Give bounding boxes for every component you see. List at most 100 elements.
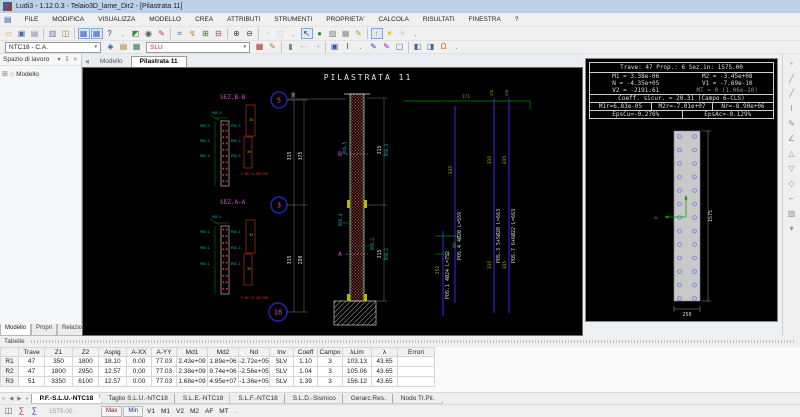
cell[interactable]: 9.74e+06 (207, 366, 239, 377)
open-icon[interactable]: ▱ (3, 28, 15, 39)
cell[interactable]: 51 (18, 376, 45, 387)
expand-icon[interactable]: ⊞ (2, 70, 8, 78)
sheet-tab-taglio-slu-ntc18[interactable]: Taglio S.L.U.-NTC18 (99, 394, 177, 404)
cell[interactable]: 12.57 (98, 366, 127, 377)
overflow-dot[interactable]: . (410, 28, 422, 39)
cell[interactable]: 18.10 (98, 356, 127, 367)
cell[interactable]: SLV (269, 356, 294, 367)
dock-tab-modello[interactable]: Modello (0, 324, 32, 336)
cell[interactable] (397, 356, 435, 367)
frame-tool-icon[interactable]: ▢ (394, 42, 406, 53)
datasheet-alt-icon[interactable]: ▦ (90, 28, 103, 39)
sheet-tab-sld-sismico[interactable]: S.L.D.-Sismico (284, 394, 345, 404)
sheet-tab-pf-slu-ntc18[interactable]: P.F.-S.L.U.-NTC18 (31, 394, 103, 404)
row-header[interactable]: R1 (0, 356, 19, 367)
norm-check-icon[interactable]: ◈ (105, 42, 117, 53)
menu-finestra[interactable]: FINESTRA (462, 16, 508, 23)
sheet-tab-nodo-tr-pil[interactable]: Nodo Tr.Pil. (392, 394, 444, 404)
select-icon[interactable]: ↖ (300, 28, 313, 39)
zoom-in-icon[interactable]: ⊕ (231, 28, 243, 39)
menu-visualizza[interactable]: VISUALIZZA (91, 16, 142, 23)
cell[interactable]: SLV (269, 366, 294, 377)
toggle-m2[interactable]: M2 (190, 408, 199, 415)
zoom-prev-icon[interactable]: ◔ (262, 28, 274, 39)
print-icon[interactable]: ▥ (47, 28, 59, 39)
cell[interactable]: 77.03 (151, 376, 177, 387)
close-icon[interactable]: × (73, 57, 77, 63)
cell[interactable]: 77.03 (151, 366, 177, 377)
cell[interactable]: 3 (317, 356, 343, 367)
angle-tool-icon[interactable]: ∠ (786, 133, 798, 144)
cell[interactable]: 1.10 (293, 356, 318, 367)
menu-modello[interactable]: MODELLO (142, 16, 188, 23)
cell[interactable]: 43.65 (371, 366, 398, 377)
prev-member-icon[interactable]: ⇠ (298, 42, 310, 53)
menu-modifica[interactable]: MODIFICA (45, 16, 91, 23)
dock-tab-propri[interactable]: Propri (31, 324, 58, 336)
overflow-dot[interactable]: . (451, 42, 463, 53)
zoom-out-icon[interactable]: ⊖ (244, 28, 256, 39)
cell[interactable]: 156.12 (342, 376, 372, 387)
pin-icon[interactable]: ↧ (64, 56, 69, 63)
verification-canvas[interactable]: Gx 1575 250 Trave: 47 Prop.: 6 Sez.in: 1… (585, 58, 778, 322)
flag-tool-icon[interactable]: ▽ (786, 163, 798, 174)
cell[interactable]: 1.39 (293, 376, 318, 387)
overflow-dot[interactable]: . (355, 42, 367, 53)
cell[interactable]: -1.36e+05 (238, 376, 270, 387)
sphere-icon[interactable]: ● (314, 28, 326, 39)
menu-calcola[interactable]: CALCOLA (372, 16, 416, 23)
cell[interactable]: 47 (18, 356, 45, 367)
print-preview-icon[interactable]: ◫ (60, 28, 72, 39)
annotate-icon[interactable]: ✎ (353, 28, 365, 39)
toggle-v2[interactable]: V2 (176, 408, 184, 415)
menu-attributi[interactable]: ATTRIBUTI (220, 16, 267, 23)
next-member-icon[interactable]: ⇢ (311, 42, 323, 53)
triangle-tool-icon[interactable]: △ (786, 148, 798, 159)
menu-help[interactable]: ? (508, 16, 526, 23)
cell[interactable]: 0.00 (126, 366, 152, 377)
cell[interactable]: 350 (44, 356, 73, 367)
cell[interactable]: 12.57 (98, 376, 127, 387)
cell[interactable]: 77.03 (151, 356, 177, 367)
toggle-m1[interactable]: M1 (161, 408, 170, 415)
sheet-nav-last-icon[interactable]: » (24, 396, 31, 402)
sheet-nav-first-icon[interactable]: « (0, 396, 7, 402)
menu-strumenti[interactable]: STRUMENTI (267, 16, 319, 23)
line-tool-icon[interactable]: ╱ (786, 73, 798, 84)
cell[interactable]: 103.13 (342, 356, 372, 367)
more-tools-icon[interactable]: ▾ (786, 223, 798, 234)
cell[interactable]: 3 (317, 376, 343, 387)
cad-canvas[interactable]: PILASTRATA 11 5 3 16 315 375 315 280 90 … (82, 67, 583, 336)
cell[interactable]: 43.65 (371, 376, 398, 387)
norm-combo[interactable]: NTC18 - C.A. ▾ (5, 41, 101, 53)
cell[interactable]: 47 (18, 366, 45, 377)
side-handle[interactable]: ▪ (786, 58, 798, 69)
edit-red-icon[interactable]: ✎ (156, 28, 168, 39)
mesh-icon[interactable]: ▦ (340, 28, 352, 39)
envelope-min-icon[interactable]: ∑ (29, 406, 41, 417)
light-on-icon[interactable]: ☀ (384, 28, 396, 39)
sheet-tab-slf-ntc18[interactable]: S.L.F.-NTC18 (229, 394, 286, 404)
case-edit-icon[interactable]: ✎ (267, 42, 279, 53)
cell[interactable]: 1800 (72, 356, 99, 367)
toggle-v1[interactable]: V1 (147, 408, 155, 415)
arc-tool-icon[interactable]: ⌐ (786, 193, 798, 204)
sheet-nav-next-icon[interactable]: ▶ (15, 396, 23, 402)
pencil-tool-icon[interactable]: ✎ (786, 118, 798, 129)
cell[interactable]: 1.89e+06 (207, 356, 239, 367)
row-header[interactable]: R3 (0, 376, 19, 387)
window-v-icon[interactable]: ◨ (425, 42, 437, 53)
cell[interactable]: 1.68e+09 (176, 376, 208, 387)
prop-block-icon[interactable]: ▣ (329, 42, 341, 53)
menu-crea[interactable]: CREA (188, 16, 220, 23)
cell[interactable] (397, 376, 435, 387)
tab-modello[interactable]: Modello (92, 57, 131, 67)
toggle-mt[interactable]: MT (219, 408, 228, 415)
omega-icon[interactable]: Ω (438, 42, 450, 53)
render-icon[interactable]: ◩ (130, 28, 142, 39)
beam-tool-icon[interactable]: Ι (786, 103, 798, 114)
tab-pilastrata-11[interactable]: Pilastrata 11 (130, 56, 187, 67)
menu-file[interactable]: FILE (18, 16, 46, 23)
combi-book-icon[interactable]: ▤ (118, 42, 130, 53)
sheet-nav-prev-icon[interactable]: ◀ (7, 396, 15, 402)
